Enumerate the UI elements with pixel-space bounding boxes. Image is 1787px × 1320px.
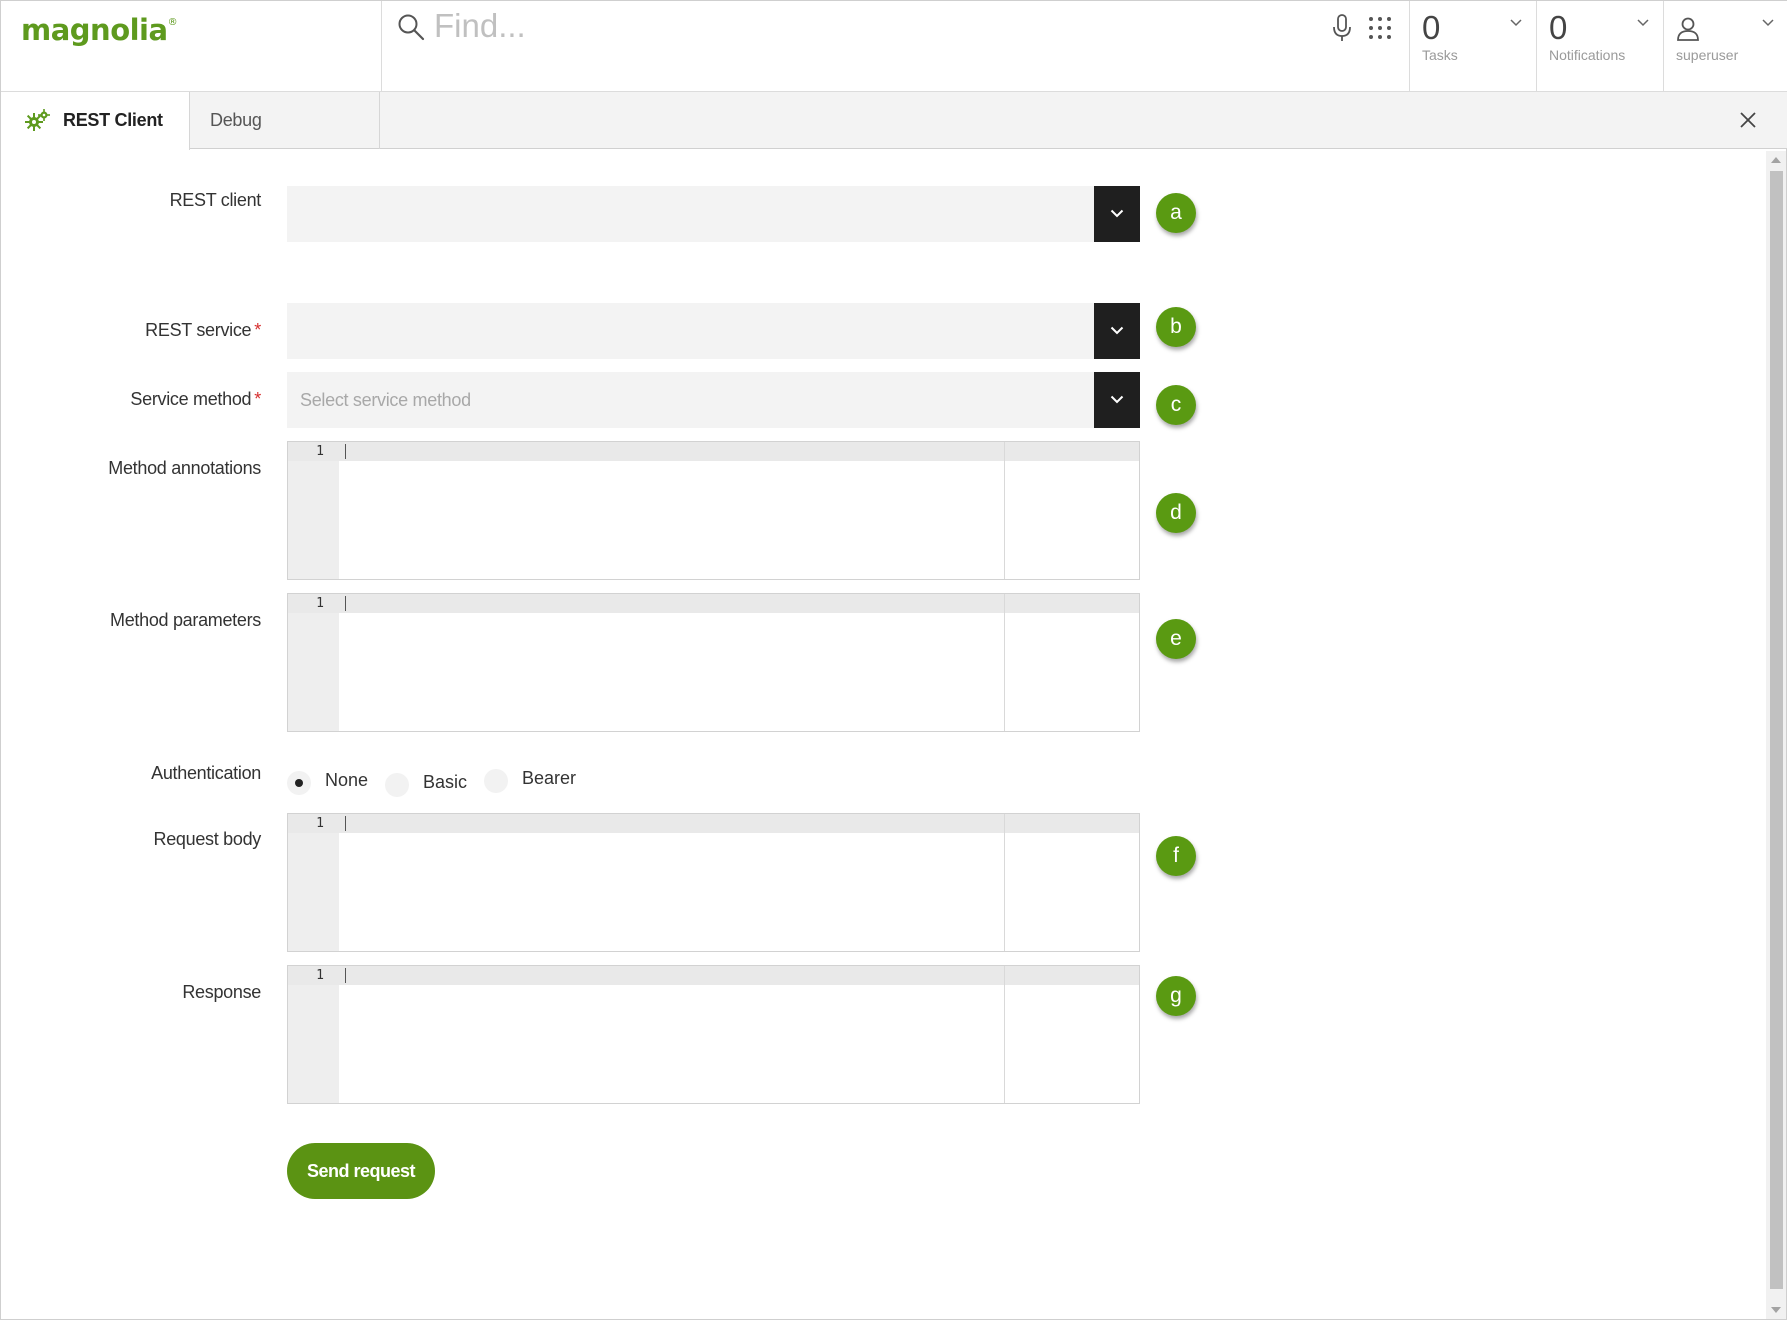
tab-debug-label: Debug	[210, 110, 262, 130]
search-icon[interactable]	[396, 12, 426, 42]
rest-client-select[interactable]	[287, 186, 1140, 242]
send-request-button[interactable]: Send request	[287, 1143, 435, 1199]
rest-client-dropdown-button[interactable]	[1094, 186, 1140, 242]
editor-gutter	[288, 594, 339, 731]
chevron-down-icon	[1110, 209, 1124, 218]
tasks-count: 0	[1422, 9, 1441, 46]
required-marker: *	[254, 320, 261, 340]
tab-bar: REST Client Debug	[1, 92, 1787, 150]
top-bar: magnolia® 0 Tasks	[1, 1, 1787, 92]
response-editor[interactable]: 1	[287, 965, 1140, 1104]
editor-gutter	[288, 442, 339, 579]
radio-button[interactable]	[385, 773, 409, 797]
service-method-placeholder: Select service method	[300, 390, 471, 410]
logo-registered-mark: ®	[167, 17, 178, 28]
scroll-down-arrow-icon[interactable]	[1771, 1307, 1781, 1313]
text-cursor	[345, 968, 346, 983]
user-icon	[1677, 17, 1699, 41]
tab-debug[interactable]: Debug	[190, 92, 380, 149]
rest-service-label: REST service *	[145, 320, 261, 341]
editor-gutter	[288, 966, 339, 1103]
service-method-dropdown-button[interactable]	[1094, 372, 1140, 428]
tab-rest-client[interactable]: REST Client	[1, 92, 190, 150]
search-area	[382, 1, 1409, 92]
method-annotations-editor[interactable]: 1	[287, 441, 1140, 580]
rest-service-label-text: REST service	[145, 320, 252, 340]
editor-active-line	[288, 442, 1139, 461]
annotation-badge-e: e	[1156, 619, 1196, 659]
tasks-indicator[interactable]: 0 Tasks	[1409, 1, 1536, 92]
line-number: 1	[316, 444, 324, 459]
radio-button[interactable]	[484, 769, 508, 793]
app-window: magnolia® 0 Tasks	[0, 0, 1787, 1320]
rest-service-select[interactable]	[287, 303, 1140, 359]
line-number: 1	[316, 596, 324, 611]
notifications-count: 0	[1549, 9, 1568, 46]
chevron-down-icon	[1762, 19, 1774, 27]
annotation-badge-b: b	[1156, 307, 1196, 347]
rest-client-label: REST client	[169, 190, 262, 210]
line-number: 1	[316, 816, 324, 831]
magnolia-logo[interactable]: magnolia®	[21, 13, 178, 47]
request-body-label: Request body	[153, 829, 262, 849]
user-menu[interactable]: superuser	[1663, 1, 1787, 92]
notifications-indicator[interactable]: 0 Notifications	[1536, 1, 1663, 92]
user-name: superuser	[1676, 47, 1739, 63]
app-launcher-grid-icon[interactable]	[1367, 15, 1393, 41]
editor-print-margin	[1004, 442, 1005, 579]
annotation-badge-g: g	[1156, 976, 1196, 1016]
chevron-down-icon	[1510, 19, 1522, 27]
authentication-label: Authentication	[151, 763, 261, 783]
auth-option-bearer-label: Bearer	[522, 768, 577, 788]
rest-service-dropdown-button[interactable]	[1094, 303, 1140, 359]
request-body-editor[interactable]: 1	[287, 813, 1140, 952]
chevron-down-icon	[1110, 326, 1124, 335]
vertical-scrollbar[interactable]	[1766, 151, 1786, 1319]
annotation-badge-f: f	[1156, 836, 1196, 876]
annotation-badge-a: a	[1156, 193, 1196, 233]
tab-rest-client-label: REST Client	[63, 110, 163, 130]
editor-gutter	[288, 814, 339, 951]
auth-option-basic-label: Basic	[423, 772, 468, 792]
logo-area: magnolia®	[1, 1, 382, 92]
service-method-label: Service method *	[130, 389, 261, 410]
scroll-up-arrow-icon[interactable]	[1771, 157, 1781, 163]
chevron-down-icon	[1637, 19, 1649, 27]
notifications-label: Notifications	[1549, 47, 1626, 63]
required-marker: *	[254, 389, 261, 409]
close-icon[interactable]	[1738, 110, 1758, 130]
method-annotations-label: Method annotations	[108, 458, 261, 478]
annotation-badge-d: d	[1156, 493, 1196, 533]
editor-active-line	[288, 966, 1139, 985]
auth-option-none-label: None	[325, 770, 369, 790]
service-method-label-text: Service method	[130, 389, 252, 409]
scrollbar-thumb[interactable]	[1770, 171, 1783, 1289]
text-cursor	[345, 816, 346, 831]
chevron-down-icon	[1110, 395, 1124, 404]
annotation-badge-c: c	[1156, 385, 1196, 425]
logo-text: magnolia	[21, 13, 168, 47]
method-parameters-label: Method parameters	[110, 610, 261, 630]
editor-print-margin	[1004, 594, 1005, 731]
tasks-label: Tasks	[1422, 47, 1458, 63]
text-cursor	[345, 444, 346, 459]
editor-active-line	[288, 594, 1139, 613]
method-parameters-editor[interactable]: 1	[287, 593, 1140, 732]
text-cursor	[345, 596, 346, 611]
search-input[interactable]	[434, 5, 1234, 47]
service-method-select[interactable]: Select service method	[287, 372, 1140, 428]
radio-button-checked[interactable]	[287, 771, 311, 795]
editor-print-margin	[1004, 814, 1005, 951]
microphone-icon[interactable]	[1330, 13, 1354, 43]
editor-active-line	[288, 814, 1139, 833]
editor-print-margin	[1004, 966, 1005, 1103]
line-number: 1	[316, 968, 324, 983]
gears-icon	[25, 109, 50, 131]
response-label: Response	[182, 982, 261, 1002]
